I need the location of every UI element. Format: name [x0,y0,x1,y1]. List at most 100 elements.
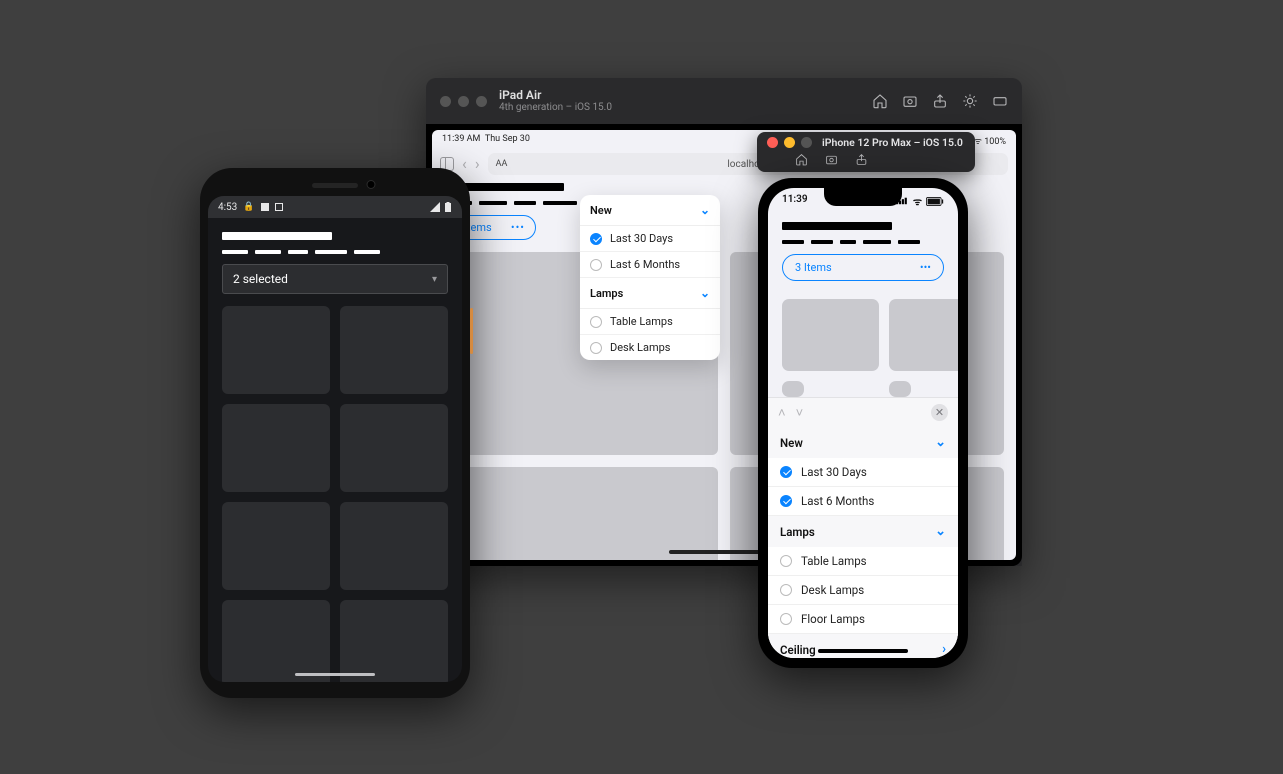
chevron-down-icon: ⌄ [935,524,946,539]
product-tile[interactable] [222,306,330,394]
popover-item[interactable]: Desk Lamps [580,335,720,360]
product-tile[interactable] [340,600,448,682]
minimize-window-icon[interactable] [784,137,795,148]
sheet-item[interactable]: Last 30 Days [768,458,958,487]
window-title: iPhone 12 Pro Max – iOS 15.0 [822,136,963,149]
status-time: 11:39 [782,194,808,208]
home-indicator[interactable] [295,673,375,676]
close-icon[interactable]: ✕ [931,404,948,421]
sheet-section-header-ceiling[interactable]: Ceiling › [768,634,958,658]
radio-icon [590,316,602,328]
simulator-toolbar [872,93,1008,109]
screenshot-icon[interactable] [823,151,839,167]
radio-icon [780,584,792,596]
product-tile[interactable] [444,467,718,560]
popover-item[interactable]: Last 6 Months [580,252,720,278]
filter-pill-label: 3 Items [795,261,832,274]
dropdown-value: 2 selected [233,272,288,286]
close-window-icon[interactable] [767,137,778,148]
product-tile[interactable] [340,404,448,492]
sheet-item[interactable]: Desk Lamps [768,576,958,605]
page-title [222,232,332,240]
lock-icon: 🔒 [243,202,254,212]
popover-item[interactable]: Table Lamps [580,309,720,335]
filter-sheet: ˄ ˅ ✕ New ⌄ Last 30 Days Last 6 Months L… [768,397,958,658]
sheet-up-icon[interactable]: ˄ [778,405,786,421]
checkmark-icon [780,495,792,507]
minimize-window-icon[interactable] [458,96,469,107]
sheet-item[interactable]: Table Lamps [768,547,958,576]
power-button[interactable] [470,308,473,354]
more-icon: ••• [920,261,931,274]
traffic-lights [767,137,812,148]
android-status-bar: 4:53 🔒 [208,196,462,218]
radio-icon [780,555,792,567]
iphone-page-header: 3 Items ••• [768,208,958,289]
chevron-down-icon: ⌄ [700,203,710,217]
back-icon[interactable]: ‹ [462,156,467,172]
share-icon[interactable] [853,151,869,167]
page-title [782,222,892,230]
iphone-simulator-titlebar: iPhone 12 Pro Max – iOS 15.0 [757,132,975,172]
keyboard-icon[interactable] [992,93,1008,109]
home-icon[interactable] [872,93,888,109]
product-tile[interactable] [340,306,448,394]
appearance-icon[interactable] [962,93,978,109]
zoom-window-icon[interactable] [801,137,812,148]
popover-section-header-new[interactable]: New ⌄ [580,195,720,226]
chevron-down-icon: ▾ [432,274,437,285]
filter-pill[interactable]: 3 Items ••• [782,254,944,281]
share-icon[interactable] [932,93,948,109]
sheet-section-header-lamps[interactable]: Lamps ⌄ [768,516,958,547]
wifi-icon: ᯤ [913,194,922,208]
filter-popover: New ⌄ Last 30 Days Last 6 Months Lamps ⌄… [580,195,720,360]
product-tile[interactable] [340,502,448,590]
android-device-frame: 4:53 🔒 2 selected ▾ [200,168,470,698]
reader-aa-icon[interactable]: AA [496,159,508,169]
ipad-window-titlebar: iPad Air 4th generation – iOS 15.0 [426,78,1022,124]
product-grid [768,299,958,397]
checkmark-icon [780,466,792,478]
window-subtitle: 4th generation – iOS 15.0 [499,102,612,113]
filter-dropdown[interactable]: 2 selected ▾ [222,264,448,294]
sheet-handle-bar: ˄ ˅ ✕ [768,398,958,427]
product-tile[interactable] [222,404,330,492]
close-window-icon[interactable] [440,96,451,107]
status-time: 4:53 [218,202,237,213]
product-tile[interactable] [782,381,804,397]
product-tile[interactable] [782,299,879,371]
product-tile[interactable] [889,381,911,397]
home-indicator[interactable] [818,649,908,653]
screenshot-icon[interactable] [902,93,918,109]
radio-icon [590,342,602,354]
chevron-right-icon: › [942,642,946,657]
chevron-down-icon: ⌄ [935,435,946,450]
breadcrumb [222,250,448,254]
sheet-item[interactable]: Floor Lamps [768,605,958,634]
checkmark-icon [590,233,602,245]
chevron-down-icon: ⌄ [700,286,710,300]
product-grid [222,306,448,682]
popover-item[interactable]: Last 30 Days [580,226,720,252]
zoom-window-icon[interactable] [476,96,487,107]
more-icon: ••• [511,221,525,234]
app-icon [275,203,283,211]
product-tile[interactable] [222,600,330,682]
window-title: iPad Air [499,89,612,102]
breadcrumb [782,240,944,244]
sheet-section-header-new[interactable]: New ⌄ [768,427,958,458]
signal-icon [430,202,440,212]
home-icon[interactable] [793,151,809,167]
simulator-toolbar [793,151,965,167]
sheet-down-icon[interactable]: ˅ [796,405,804,421]
front-camera [367,180,376,189]
forward-icon[interactable]: › [475,156,480,172]
popover-section-header-lamps[interactable]: Lamps ⌄ [580,278,720,309]
sheet-item[interactable]: Last 6 Months [768,487,958,516]
traffic-lights [440,96,487,107]
product-tile[interactable] [889,299,958,371]
android-screen: 4:53 🔒 2 selected ▾ [208,196,462,682]
battery-icon [444,202,452,212]
iphone-device-frame: 11:39 ᯤ 3 Items ••• [758,178,968,668]
product-tile[interactable] [222,502,330,590]
